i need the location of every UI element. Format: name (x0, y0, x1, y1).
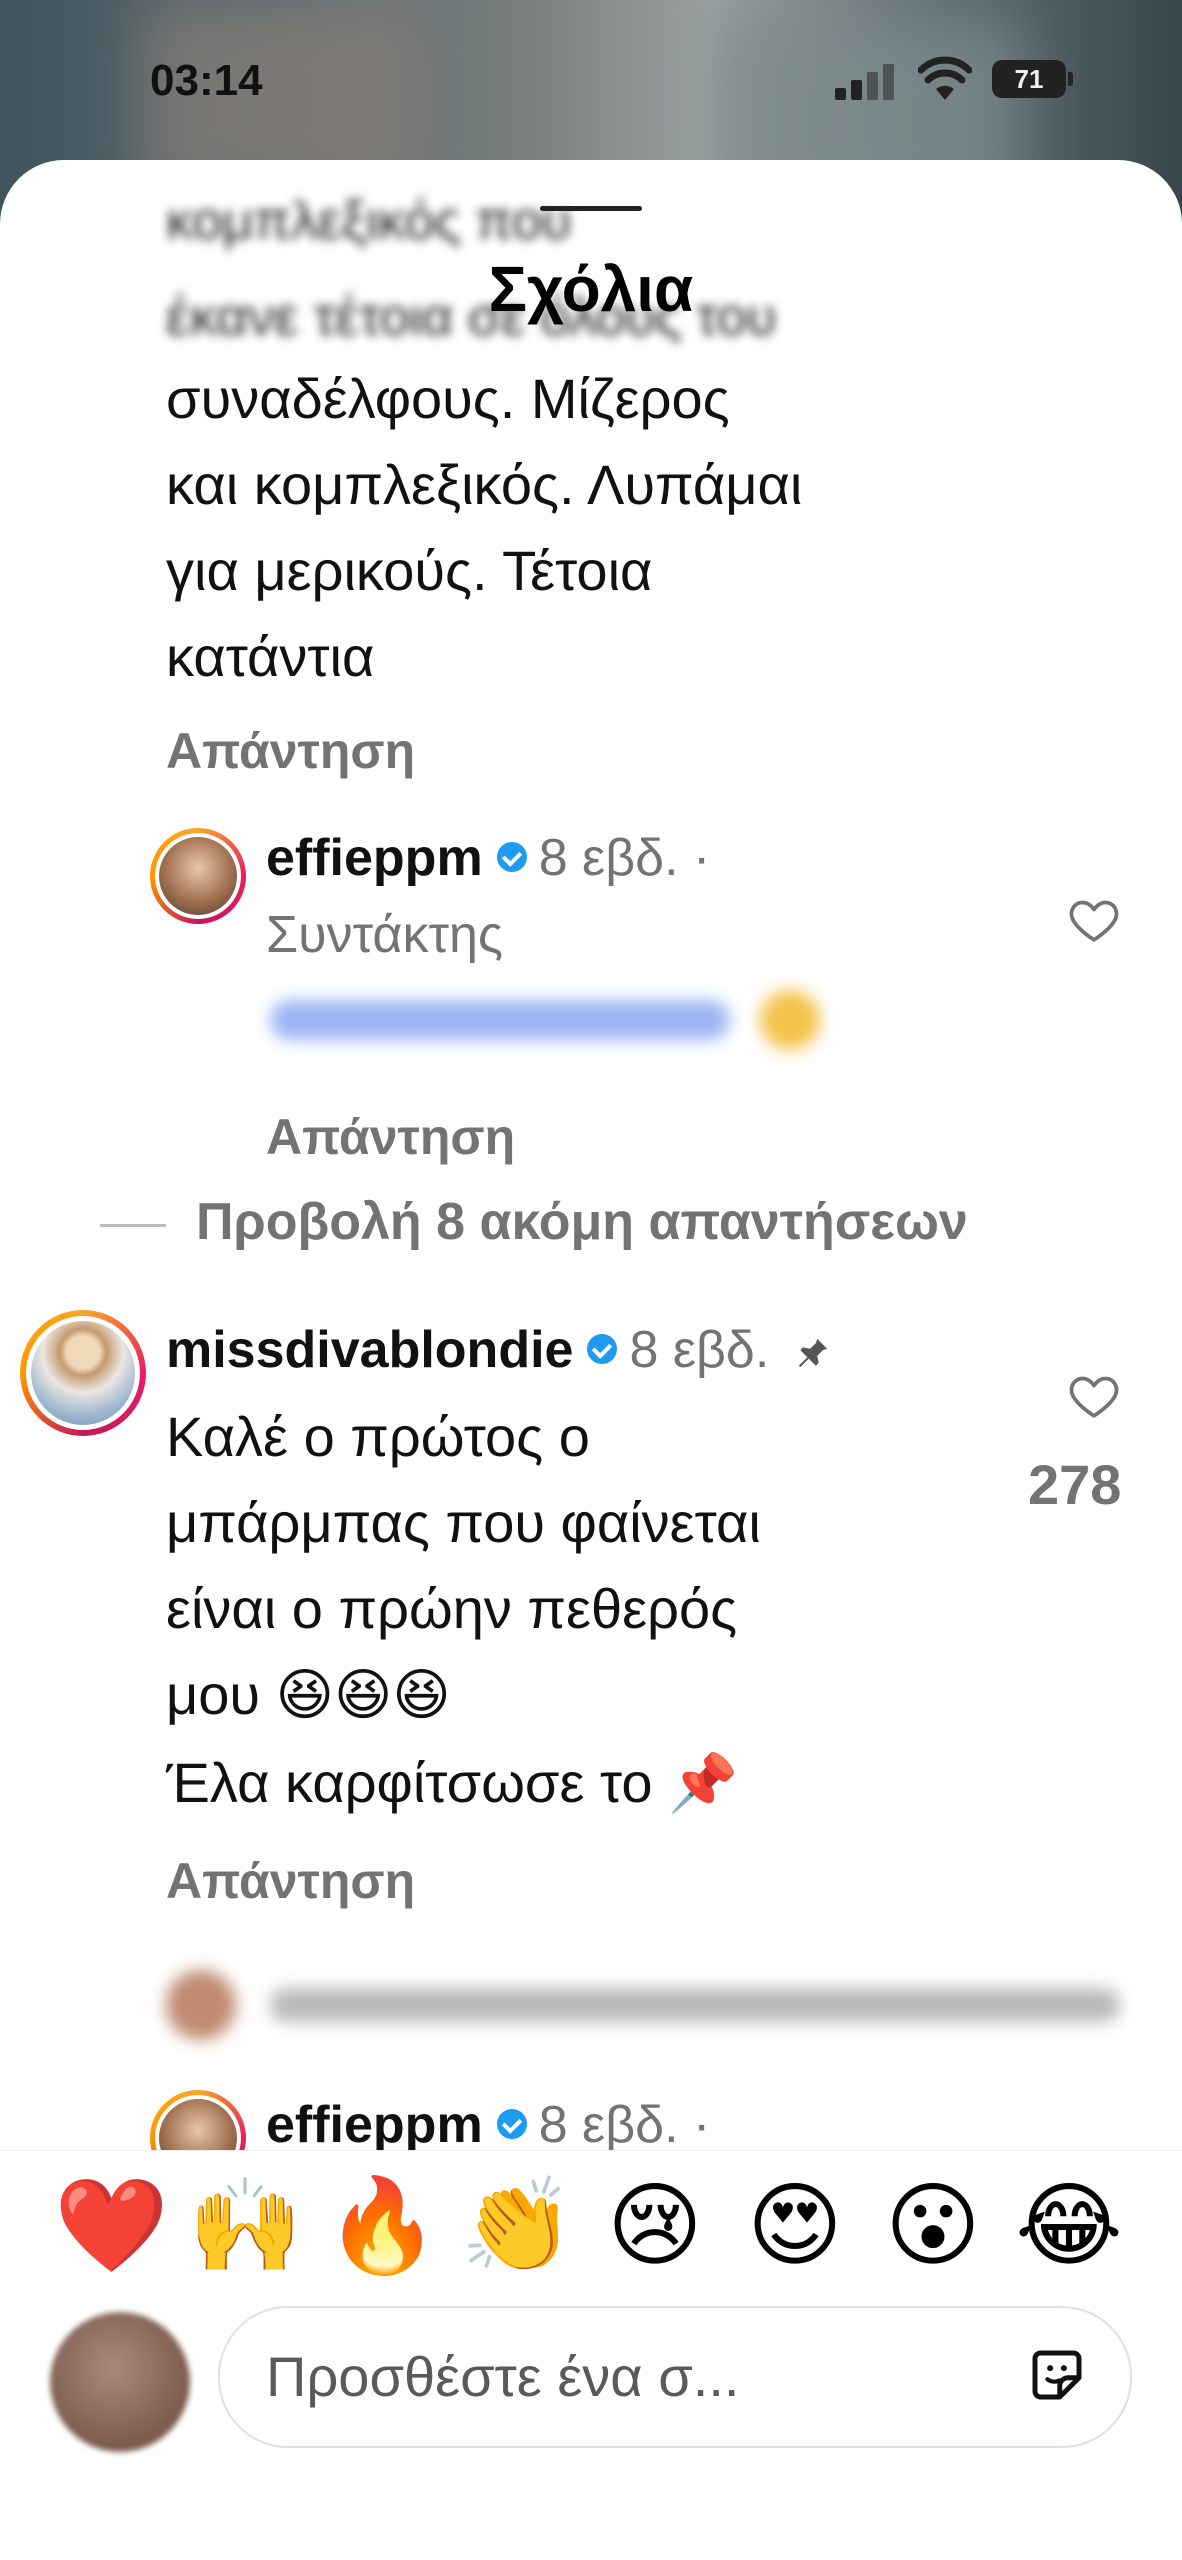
like-heart-icon[interactable] (1066, 1368, 1122, 1424)
avatar[interactable] (150, 828, 246, 924)
comment-line: είναι ο πρώην πεθερός (166, 1577, 738, 1640)
comment-input[interactable]: Προσθέστε ένα σ... (218, 2306, 1132, 2448)
comment-header: missdivablondie 8 εβδ. (166, 1320, 830, 1380)
blurred-emoji (760, 990, 820, 1050)
comment-time: 8 εβδ. (629, 1321, 770, 1379)
status-bar: 03:14 71 (0, 0, 1182, 150)
verified-badge-icon (587, 1334, 618, 1365)
reply-button[interactable]: Απάντηση (266, 1108, 515, 1166)
surprised-face-emoji[interactable]: 😮 (878, 2171, 988, 2281)
meta-separator: · (693, 2096, 711, 2154)
comment-body: συναδέλφους. Μίζερος και κομπλεξικός. Λυ… (166, 356, 802, 700)
username[interactable]: effieppm (266, 829, 483, 887)
username[interactable]: effieppm (266, 2096, 483, 2154)
status-time: 03:14 (150, 56, 263, 105)
red-heart-emoji[interactable]: ❤️ (54, 2171, 169, 2281)
author-role: Συντάκτης (266, 906, 503, 964)
emoji-reaction-bar: ❤️ 🙌 🔥 👏 😢 😍 😮 😂 (0, 2150, 1182, 2301)
blurred-reply-text (270, 1988, 1120, 2022)
blurred-comment-text: κομπλεξικός που (166, 191, 572, 251)
comment-line: Έλα καρφίτσωσε το 📌 (166, 1751, 738, 1814)
battery-level: 71 (1014, 64, 1044, 94)
blurred-mention (270, 1000, 730, 1040)
fire-emoji[interactable]: 🔥 (325, 2171, 440, 2281)
comment-time: 8 εβδ. (538, 829, 679, 887)
battery-icon: 71 (992, 60, 1073, 98)
reply-button[interactable]: Απάντηση (166, 722, 415, 780)
like-heart-icon[interactable] (1066, 892, 1122, 948)
reply-button[interactable]: Απάντηση (166, 1852, 415, 1910)
verified-badge-icon (496, 842, 527, 873)
meta-separator: · (693, 829, 711, 887)
comment-header: effieppm 8 εβδ. · (266, 828, 710, 888)
comment-input-placeholder: Προσθέστε ένα σ... (266, 2345, 740, 2408)
comment-line: κατάντια (166, 625, 375, 688)
comment-line: συναδέλφους. Μίζερος (166, 367, 730, 430)
comment-line: μπάρμπας που φαίνεται (166, 1491, 761, 1554)
pin-icon (798, 1339, 827, 1368)
like-count: 278 (1028, 1453, 1122, 1516)
comment-header: effieppm 8 εβδ. · (266, 2095, 710, 2155)
heart-eyes-emoji[interactable]: 😍 (740, 2171, 850, 2281)
raising-hands-emoji[interactable]: 🙌 (188, 2171, 303, 2281)
blurred-avatar (166, 1970, 236, 2040)
view-more-replies-button[interactable]: Προβολή 8 ακόμη απαντήσεων (196, 1192, 968, 1252)
my-avatar[interactable] (50, 2312, 190, 2452)
comment-line: και κομπλεξικός. Λυπάμαι (166, 453, 803, 516)
wifi-icon (918, 56, 972, 100)
crying-face-emoji[interactable]: 😢 (600, 2171, 710, 2281)
comment-line: για μερικούς. Τέτοια (166, 539, 653, 602)
comment-time: 8 εβδ. (538, 2096, 679, 2154)
verified-badge-icon (496, 2109, 527, 2140)
thread-line (100, 1224, 166, 1227)
signal-icon (835, 64, 895, 100)
username[interactable]: missdivablondie (166, 1321, 573, 1379)
tears-of-joy-emoji[interactable]: 😂 (1014, 2171, 1124, 2281)
clapping-hands-emoji[interactable]: 👏 (460, 2171, 575, 2281)
comment-line: Καλέ ο πρώτος ο (166, 1405, 590, 1468)
sticker-icon[interactable] (1024, 2342, 1090, 2408)
comment-line: μου 😆😆😆 (166, 1663, 451, 1726)
comment-body: Καλέ ο πρώτος ο μπάρμπας που φαίνεται εί… (166, 1394, 761, 1738)
avatar[interactable] (20, 1310, 146, 1436)
sheet-title: Σχόλια (488, 253, 694, 325)
